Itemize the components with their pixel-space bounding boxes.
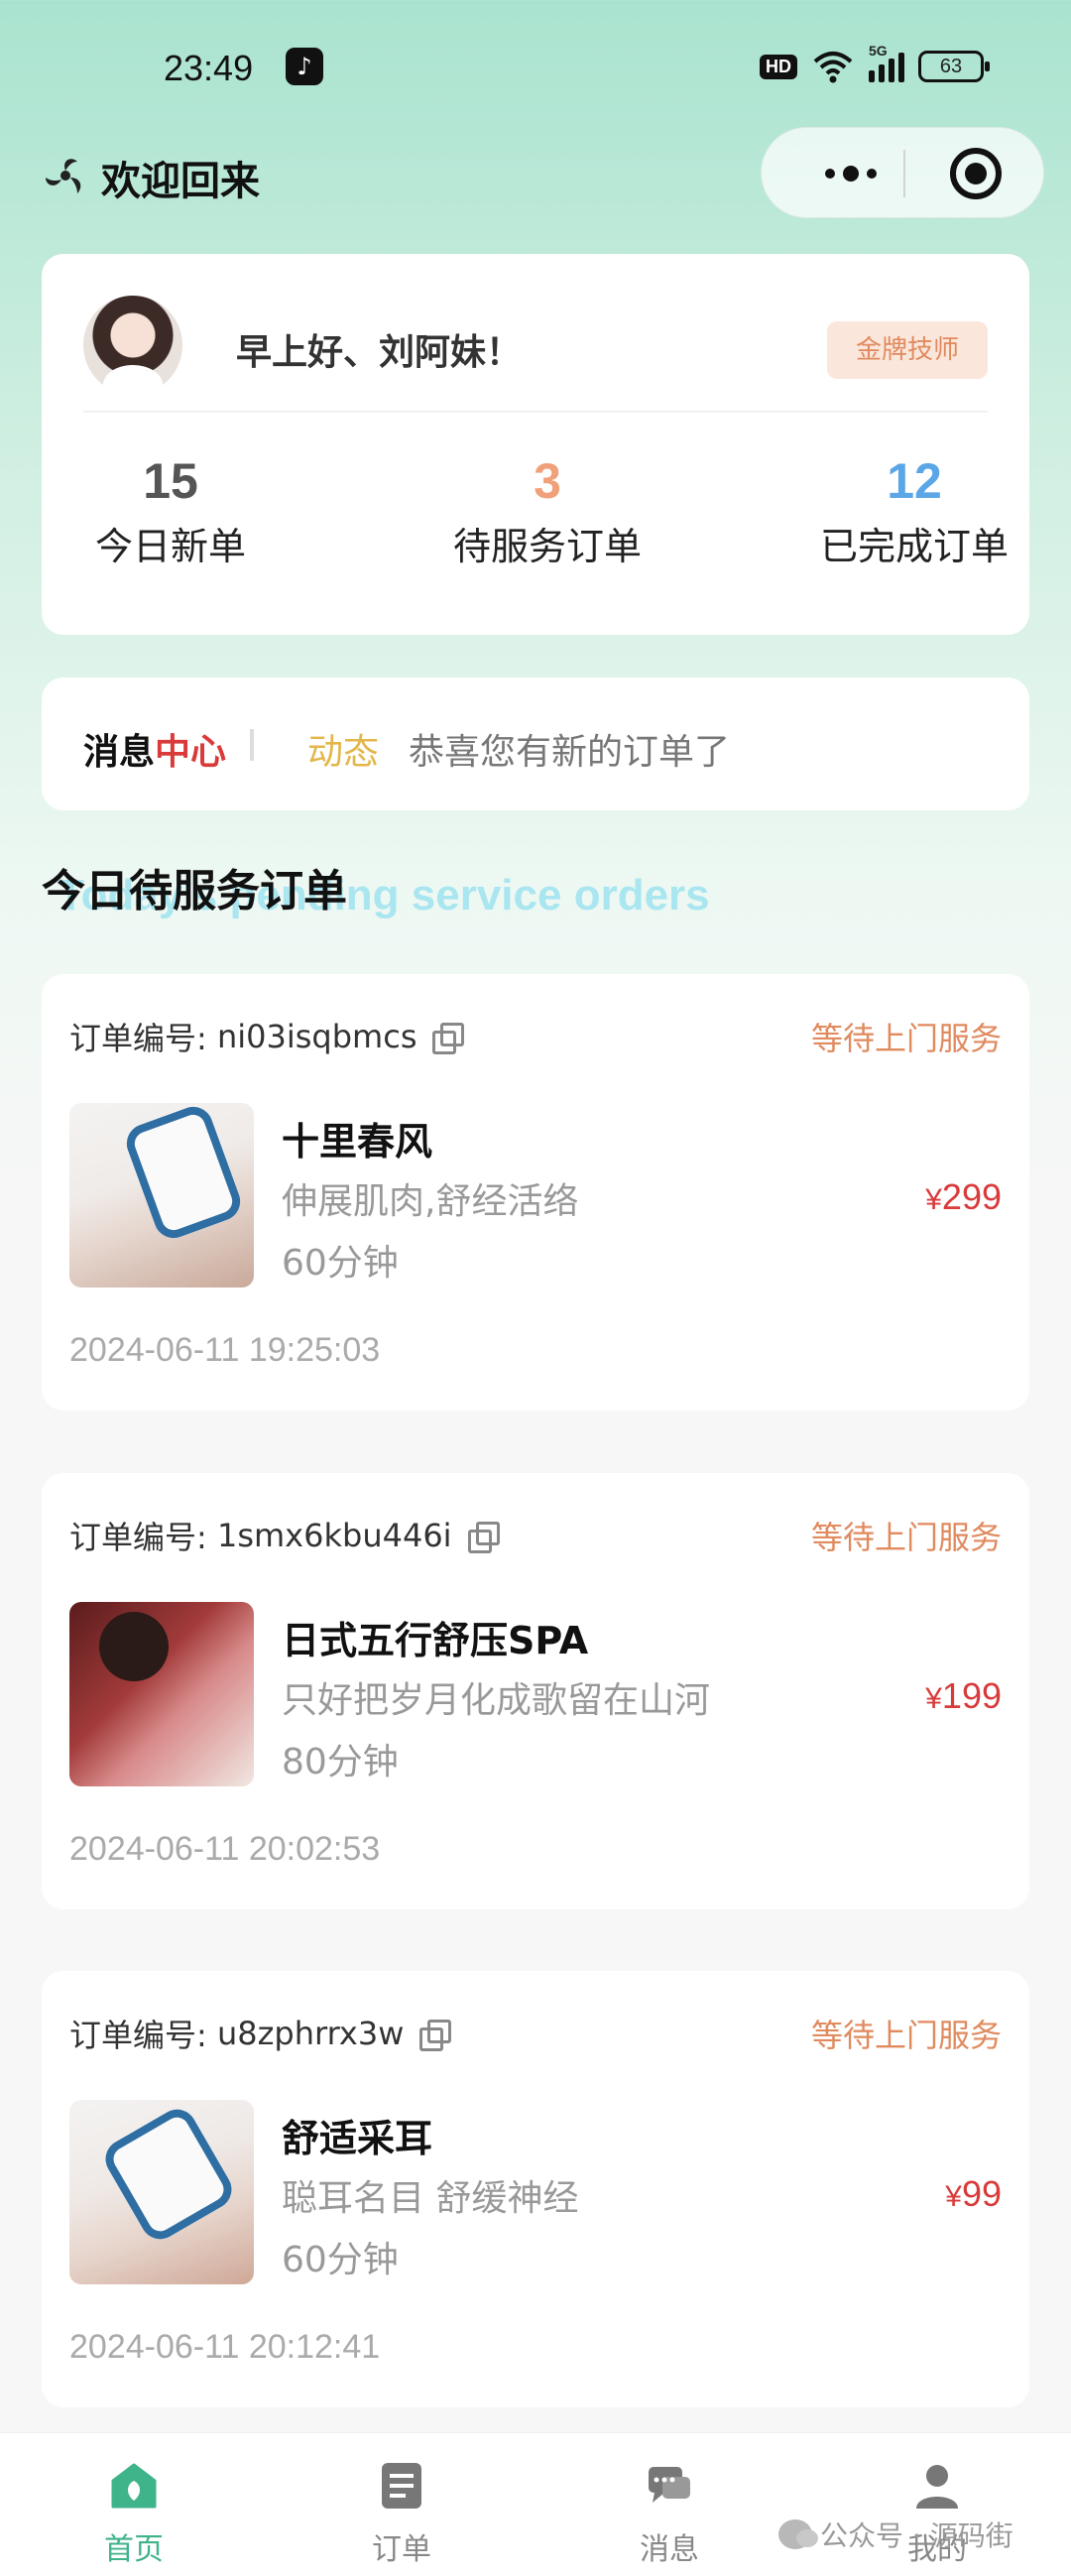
hd-icon: HD [760,54,797,79]
stat-value: 15 [143,453,198,509]
page-title: 欢迎回来 [101,159,260,204]
watermark: 公众号 · 源码街 [778,2515,1013,2554]
tiktok-notification-icon: ♪ [286,48,323,85]
service-description: 只好把岁月化成歌留在山河 [282,1680,711,1721]
order-card[interactable]: 订单编号: u8zphrrx3w 等待上门服务 舒适采耳 聪耳名目 舒缓神经 6… [42,1971,1029,2407]
message-center-bar[interactable]: 消息中心 动态 恭喜您有新的订单了 [42,677,1029,810]
service-description: 伸展肌肉,舒经活络 [282,1181,579,1222]
order-status: 等待上门服务 [810,1020,1002,1057]
order-number: 订单编号: ni03isqbmcs [69,1014,465,1059]
currency-symbol: ¥ [925,1682,942,1715]
cell-signal-icon: 5G [869,43,904,82]
stat-label: 已完成订单 [819,525,1009,568]
divider [83,411,988,413]
message-text: 恭喜您有新的订单了 [409,732,731,773]
service-name: 日式五行舒压SPA [282,1619,589,1662]
service-name: 舒适采耳 [282,2117,433,2160]
order-time: 2024-06-11 20:12:41 [69,2328,381,2366]
order-number-value: ni03isqbmcs [216,1018,417,1055]
home-icon [111,2463,157,2509]
order-card[interactable]: 订单编号: 1smx6kbu446i 等待上门服务 日式五行舒压SPA 只好把岁… [42,1473,1029,1909]
order-time: 2024-06-11 20:02:53 [69,1830,381,1868]
order-status: 等待上门服务 [810,1519,1002,1556]
stat-completed-orders[interactable]: 12 已完成订单 [766,452,1063,570]
battery-icon: 63 [918,51,990,82]
tab-home[interactable]: 首页 [0,2433,268,2576]
order-status: 等待上门服务 [810,2017,1002,2054]
currency-symbol: ¥ [945,2180,962,2213]
service-price: ¥199 [925,1675,1002,1717]
stat-new-orders[interactable]: 15 今日新单 [42,452,299,570]
service-image [69,1103,254,1288]
order-number-label: 订单编号: [69,1020,207,1057]
more-menu-button[interactable] [801,128,900,219]
stat-pending-orders[interactable]: 3 待服务订单 [399,452,696,570]
order-card[interactable]: 订单编号: ni03isqbmcs 等待上门服务 十里春风 伸展肌肉,舒经活络 … [42,974,1029,1411]
message-center-title-part2: 中心 [155,732,227,773]
copy-icon[interactable] [432,1023,465,1054]
section-title: 今日待服务订单 [42,866,347,917]
network-type-label: 5G [869,43,888,59]
technician-level-badge: 金牌技师 [827,321,988,379]
status-indicators: HD 5G 63 [760,43,990,83]
app-logo-icon [46,159,81,193]
order-number-value: 1smx6kbu446i [216,1517,452,1554]
service-duration: 60分钟 [282,2240,399,2280]
stat-value: 12 [887,453,942,509]
tab-label: 消息 [640,2532,699,2567]
order-number-value: u8zphrrx3w [216,2015,405,2052]
currency-symbol: ¥ [925,1183,942,1216]
service-image [69,2100,254,2284]
order-number: 订单编号: u8zphrrx3w [69,2011,452,2056]
order-number: 订单编号: 1smx6kbu446i [69,1513,500,1558]
message-icon [649,2467,690,2503]
message-center-title-part1: 消息 [83,732,156,773]
price-value: 299 [941,1176,1002,1217]
message-center-title: 消息中心 [83,723,226,775]
tab-messages[interactable]: 消息 [536,2433,803,2576]
bottom-tab-bar: 首页 订单 消息 我的 [0,2432,1071,2576]
status-time: 23:49 [164,48,254,88]
wifi-icon [811,50,855,83]
service-image [69,1602,254,1786]
service-duration: 60分钟 [282,1243,399,1284]
stat-label: 待服务订单 [452,525,642,568]
order-number-label: 订单编号: [69,2017,207,2054]
orders-icon [382,2463,421,2509]
price-value: 199 [941,1675,1002,1716]
greeting-text: 早上好、刘阿妹！ [236,332,523,373]
avatar[interactable] [83,296,182,395]
service-name: 十里春风 [282,1120,433,1164]
wechat-icon [778,2519,818,2549]
tab-orders[interactable]: 订单 [268,2433,536,2576]
service-price: ¥99 [945,2173,1002,2215]
capsule-divider [903,150,905,197]
service-duration: 80分钟 [282,1742,399,1782]
copy-icon[interactable] [419,2020,452,2051]
profile-card: 早上好、刘阿妹！ 金牌技师 15 今日新单 3 待服务订单 12 已完成订单 [42,254,1029,635]
status-bar: 23:49 ♪ HD 5G 63 [0,0,1071,139]
service-description: 聪耳名目 舒缓神经 [282,2178,579,2219]
miniprogram-capsule [761,127,1044,218]
watermark-text: 公众号 · 源码街 [820,2519,1013,2552]
message-tag: 动态 [307,732,380,773]
stat-value: 3 [534,453,561,509]
service-price: ¥299 [925,1176,1002,1218]
stat-label: 今日新单 [94,525,246,568]
close-miniprogram-button[interactable] [950,148,1002,199]
copy-icon[interactable] [467,1522,500,1553]
order-time: 2024-06-11 19:25:03 [69,1331,381,1369]
divider [250,729,254,761]
profile-icon [916,2465,958,2509]
order-number-label: 订单编号: [69,1519,207,1556]
tab-label: 订单 [372,2532,431,2567]
tab-profile[interactable]: 我的 [803,2433,1071,2576]
tab-label: 首页 [104,2532,164,2567]
price-value: 99 [961,2173,1002,2214]
